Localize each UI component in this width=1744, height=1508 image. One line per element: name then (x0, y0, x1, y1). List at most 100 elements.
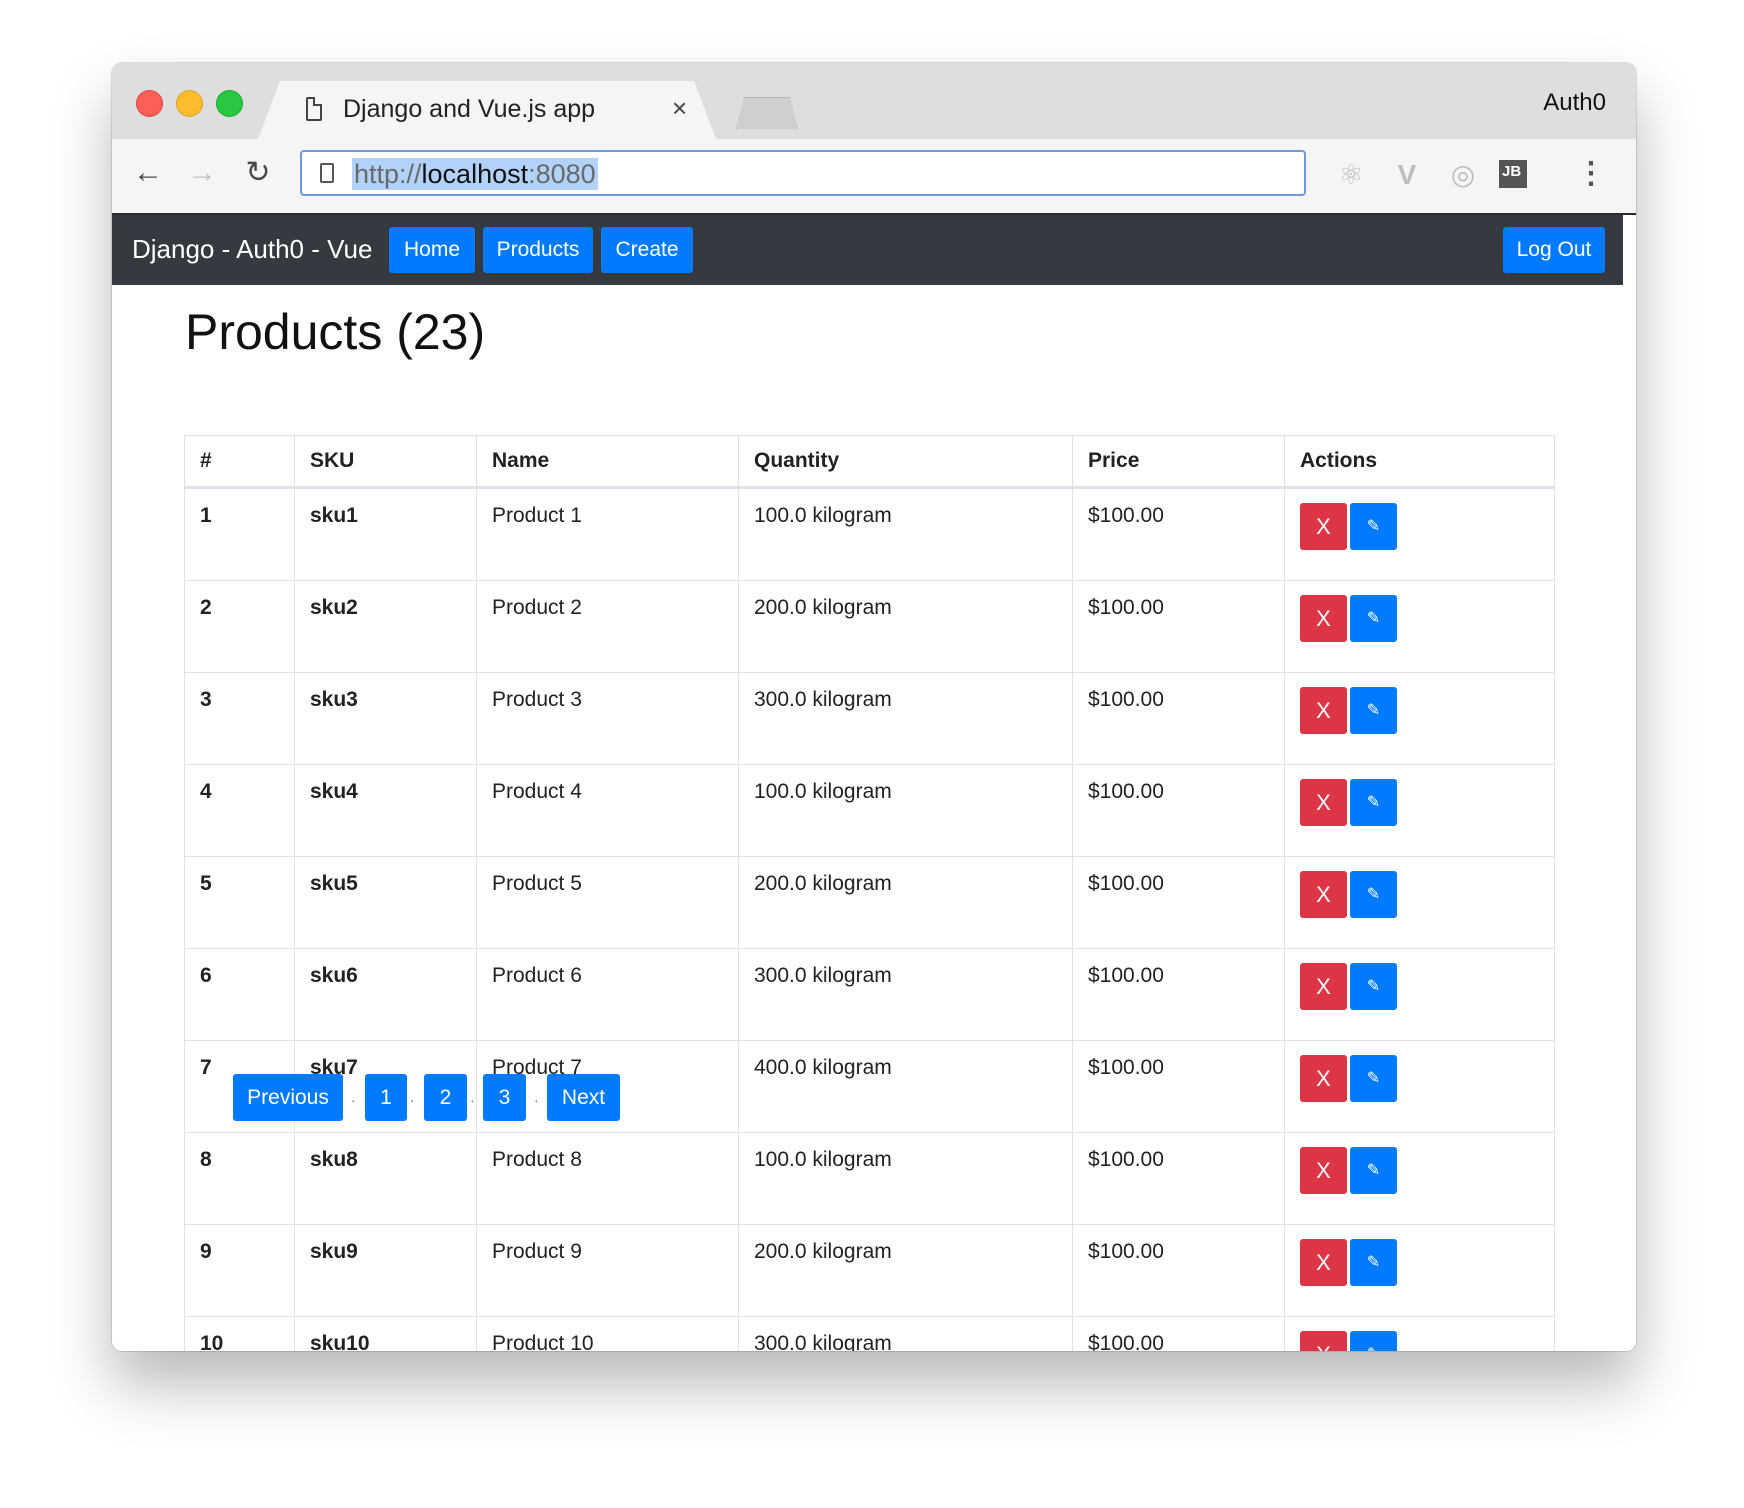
edit-button[interactable]: ✎ (1350, 1147, 1397, 1194)
row-sku: sku9 (294, 1224, 477, 1317)
address-bar[interactable]: http://localhost:8080 (300, 150, 1306, 196)
table-row: 9 sku9 Product 9 200.0 kilogram $100.00 … (184, 1224, 1555, 1317)
forward-icon[interactable]: → (182, 153, 222, 193)
tab-title: Django and Vue.js app (343, 95, 596, 123)
row-price: $100.00 (1072, 580, 1285, 673)
table-row: 5 sku5 Product 5 200.0 kilogram $100.00 … (184, 856, 1555, 949)
page-3-button[interactable]: 3 (483, 1074, 526, 1121)
edit-button[interactable]: ✎ (1350, 1331, 1397, 1351)
browser-menu-icon[interactable]: ⋮ (1576, 154, 1606, 194)
nav-products-button[interactable]: Products (483, 227, 593, 273)
row-quantity: 100.0 kilogram (738, 764, 1073, 857)
table-row: 6 sku6 Product 6 300.0 kilogram $100.00 … (184, 948, 1555, 1041)
jetbrains-icon[interactable]: JB (1499, 160, 1527, 188)
delete-button[interactable]: X (1300, 687, 1347, 734)
row-quantity: 200.0 kilogram (738, 856, 1073, 949)
previous-page-button[interactable]: Previous (233, 1074, 343, 1121)
pagination-separator: · (410, 1092, 415, 1108)
row-number: 4 (184, 764, 295, 857)
table-row: 1 sku1 Product 1 100.0 kilogram $100.00 … (184, 487, 1555, 581)
nav-create-button[interactable]: Create (601, 227, 693, 273)
row-sku: sku8 (294, 1132, 477, 1225)
url-host: localhost (421, 159, 529, 189)
row-name: Product 8 (476, 1132, 739, 1225)
column-header: Name (476, 435, 739, 489)
row-sku: sku5 (294, 856, 477, 949)
profile-name[interactable]: Auth0 (1543, 89, 1606, 117)
edit-button[interactable]: ✎ (1350, 687, 1397, 734)
logout-button[interactable]: Log Out (1503, 227, 1605, 273)
new-tab-button[interactable] (736, 97, 798, 129)
edit-button[interactable]: ✎ (1350, 1239, 1397, 1286)
delete-button[interactable]: X (1300, 779, 1347, 826)
url-text[interactable]: http://localhost:8080 (352, 158, 598, 190)
row-price: $100.00 (1072, 764, 1285, 857)
row-number: 2 (184, 580, 295, 673)
row-name: Product 3 (476, 672, 739, 765)
delete-button[interactable]: X (1300, 595, 1347, 642)
edit-button[interactable]: ✎ (1350, 503, 1397, 550)
page-1-button[interactable]: 1 (365, 1074, 407, 1121)
back-icon[interactable]: ← (128, 153, 168, 193)
browser-window: Django and Vue.js app × Auth0 ← → ↻ http… (112, 63, 1636, 1351)
page-2-button[interactable]: 2 (424, 1074, 467, 1121)
delete-button[interactable]: X (1300, 1239, 1347, 1286)
row-sku: sku1 (294, 487, 477, 581)
vue-devtools-icon[interactable]: V (1390, 158, 1424, 192)
tab-close-icon[interactable]: × (672, 93, 687, 123)
row-sku: sku3 (294, 672, 477, 765)
redux-devtools-icon[interactable]: ◎ (1446, 158, 1480, 192)
next-page-button[interactable]: Next (547, 1074, 620, 1121)
column-header: # (184, 435, 295, 489)
delete-button[interactable]: X (1300, 503, 1347, 550)
pagination-separator: · (470, 1092, 475, 1108)
row-quantity: 200.0 kilogram (738, 1224, 1073, 1317)
row-number: 8 (184, 1132, 295, 1225)
page-title: Products (23) (185, 304, 486, 360)
delete-button[interactable]: X (1300, 963, 1347, 1010)
row-quantity: 200.0 kilogram (738, 580, 1073, 673)
table-row: 2 sku2 Product 2 200.0 kilogram $100.00 … (184, 580, 1555, 673)
row-sku: sku2 (294, 580, 477, 673)
close-window-button[interactable] (136, 90, 163, 117)
reload-icon[interactable]: ↻ (238, 153, 278, 193)
edit-button[interactable]: ✎ (1350, 779, 1397, 826)
products-table: # SKU Name Quantity Price Actions 1 sku1… (184, 435, 1555, 1351)
pagination-separator: · (351, 1092, 356, 1108)
row-actions: X✎ (1284, 1132, 1555, 1225)
row-price: $100.00 (1072, 672, 1285, 765)
row-name: Product 5 (476, 856, 739, 949)
url-port: :8080 (528, 159, 596, 189)
edit-button[interactable]: ✎ (1350, 595, 1397, 642)
edit-button[interactable]: ✎ (1350, 871, 1397, 918)
edit-button[interactable]: ✎ (1350, 963, 1397, 1010)
table-row: 8 sku8 Product 8 100.0 kilogram $100.00 … (184, 1132, 1555, 1225)
row-sku: sku10 (294, 1316, 477, 1351)
row-name: Product 10 (476, 1316, 739, 1351)
row-actions: X✎ (1284, 764, 1555, 857)
browser-tab[interactable]: Django and Vue.js app × (258, 81, 716, 139)
row-actions: X✎ (1284, 672, 1555, 765)
row-number: 3 (184, 672, 295, 765)
column-header: SKU (294, 435, 477, 489)
delete-button[interactable]: X (1300, 871, 1347, 918)
row-name: Product 1 (476, 487, 739, 581)
navbar-brand[interactable]: Django - Auth0 - Vue (132, 234, 372, 265)
react-devtools-icon[interactable]: ⚛ (1334, 158, 1368, 192)
row-name: Product 9 (476, 1224, 739, 1317)
page-viewport: Django - Auth0 - Vue Home Products Creat… (112, 215, 1636, 1351)
table-header-row: # SKU Name Quantity Price Actions (184, 435, 1555, 489)
nav-home-button[interactable]: Home (389, 227, 475, 273)
minimize-window-button[interactable] (176, 90, 203, 117)
delete-button[interactable]: X (1300, 1147, 1347, 1194)
row-sku: sku4 (294, 764, 477, 857)
row-number: 6 (184, 948, 295, 1041)
browser-titlebar: Django and Vue.js app × Auth0 (112, 63, 1636, 139)
delete-button[interactable]: X (1300, 1331, 1347, 1351)
page-icon (306, 97, 322, 121)
maximize-window-button[interactable] (216, 90, 243, 117)
row-quantity: 300.0 kilogram (738, 672, 1073, 765)
app-navbar: Django - Auth0 - Vue Home Products Creat… (112, 215, 1623, 285)
row-name: Product 4 (476, 764, 739, 857)
row-name: Product 6 (476, 948, 739, 1041)
